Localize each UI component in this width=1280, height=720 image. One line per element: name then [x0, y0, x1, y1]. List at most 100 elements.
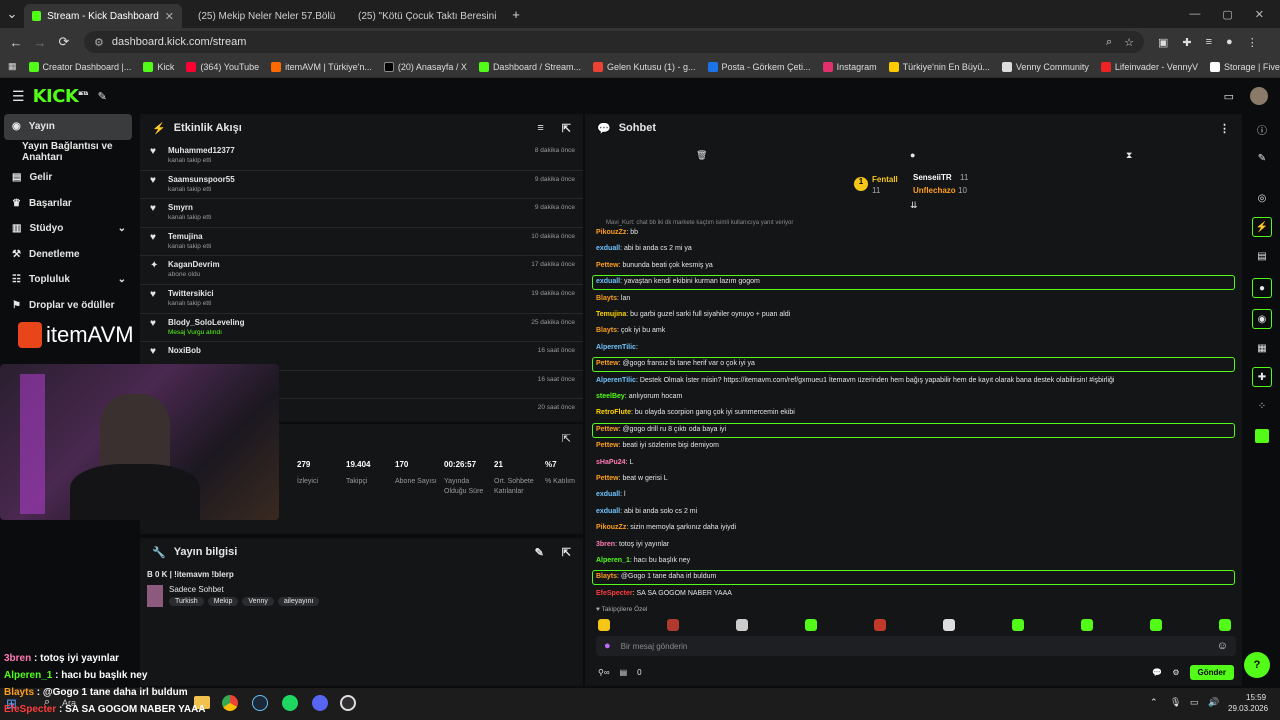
chat-username[interactable]: exduall [596, 491, 620, 498]
sidebar-item-topluluk[interactable]: ☷ Topluluk ⌄ [0, 267, 138, 293]
chat-username[interactable]: AlperenTilic [596, 344, 636, 351]
chat-username[interactable]: steelBey [596, 393, 625, 400]
send-button[interactable]: Gönder [1189, 664, 1234, 680]
tag-pill[interactable]: Mekip [207, 597, 239, 606]
activity-username[interactable]: Twittersikici [168, 289, 214, 298]
bookmark-item[interactable]: Lifeinvader - VennyV [1100, 61, 1198, 72]
bookmark-star-icon[interactable]: ☆ [1124, 36, 1134, 49]
chat-username[interactable]: exduall [596, 508, 620, 515]
chat-username[interactable]: PikouzZz [596, 524, 626, 531]
chat-username[interactable]: Pettew [596, 442, 619, 449]
emote-icon[interactable] [1219, 619, 1231, 631]
tab-list-button[interactable]: ⌄ [0, 6, 24, 22]
forward-icon[interactable]: → [28, 35, 52, 50]
display-icon[interactable]: ▭ [1224, 90, 1234, 103]
popout-icon[interactable]: ⇱ [562, 546, 571, 559]
chat-username[interactable]: PikouzZz [596, 229, 626, 236]
volume-icon[interactable]: 🔊 [1208, 697, 1219, 708]
tag-pill[interactable]: Venny [242, 597, 274, 606]
chat-username[interactable]: 3bren [596, 541, 615, 548]
emote-filter[interactable]: ♥ Takipçilere Özel [596, 606, 647, 613]
extension-icon[interactable]: ▣ [1158, 36, 1168, 49]
activity-username[interactable]: Saamsunspoor55 [168, 175, 235, 184]
emote-icon[interactable] [874, 619, 886, 631]
zoom-icon[interactable]: ⌕ [1106, 36, 1112, 49]
chat-username[interactable]: Blayts [596, 295, 617, 302]
chat-username[interactable]: Pettew [596, 262, 619, 269]
avatar[interactable] [1250, 87, 1268, 105]
settings-icon[interactable]: ⚙ [1172, 668, 1179, 677]
sidebar-item-denetleme[interactable]: ⚒ Denetleme [0, 242, 138, 268]
obs-icon[interactable] [340, 695, 356, 711]
wrench-icon[interactable]: ✚ [1252, 367, 1272, 387]
edit-icon[interactable]: ✎ [535, 546, 544, 559]
chat-icon[interactable]: ● [1252, 278, 1272, 298]
chat-icon[interactable]: ● [910, 150, 915, 160]
emote-icon[interactable] [736, 619, 748, 631]
chat-username[interactable]: exduall [596, 278, 620, 285]
hourglass-icon[interactable]: ⧗ [1126, 150, 1132, 161]
stack-icon[interactable]: ▦ [1252, 338, 1272, 358]
chat-username[interactable]: Alperen_1 [596, 557, 630, 564]
activity-username[interactable]: NoxiBob [168, 346, 201, 355]
mic-icon[interactable]: ● [604, 640, 611, 652]
pin-icon[interactable]: ✎ [98, 90, 107, 103]
bookmark-item[interactable]: Instagram [822, 61, 877, 72]
tray-chevron-icon[interactable]: ⌃ [1150, 697, 1158, 708]
bookmark-item[interactable]: Creator Dashboard |... [28, 61, 131, 72]
steam-icon[interactable] [252, 695, 268, 711]
kick-logo[interactable]: KICKBETA [33, 86, 89, 107]
more-icon[interactable]: ⋮ [1219, 122, 1230, 135]
activity-username[interactable]: Blody_SoloLeveling [168, 318, 244, 327]
emote-icon[interactable] [1081, 619, 1093, 631]
popout-icon[interactable]: ⇱ [562, 122, 571, 135]
profile-avatar[interactable]: ● [1226, 36, 1233, 49]
emote-icon[interactable] [598, 619, 610, 631]
infinity-icon[interactable]: ⚲∞ [598, 668, 610, 677]
emote-icon[interactable] [1012, 619, 1024, 631]
chat-bubble-icon[interactable]: 💬 [1152, 668, 1162, 677]
apps-icon[interactable]: ▦ [8, 61, 17, 72]
bookmark-item[interactable]: Storage | Fivemanage [1209, 61, 1280, 72]
help-button[interactable]: ? [1244, 652, 1270, 678]
chat-username[interactable]: Blayts [596, 327, 617, 334]
new-tab-button[interactable]: + [504, 7, 528, 22]
activity-username[interactable]: Temujina [168, 232, 211, 241]
tab-youtube-2[interactable]: (25) "Kötü Çocuk Taktı Beresini ✕ [344, 4, 502, 28]
chat-username[interactable]: Pettew [596, 426, 619, 433]
activity-username[interactable]: KaganDevrim [168, 260, 220, 269]
chat-username[interactable]: AlperenTilic [596, 377, 636, 384]
emoji-icon[interactable]: ☺ [1217, 640, 1228, 652]
spotify-icon[interactable] [282, 695, 298, 711]
bookmark-item[interactable]: itemAVM | Türkiye'n... [271, 61, 372, 72]
sidebar-item-droplar[interactable]: ⚑ Droplar ve ödüller [0, 293, 138, 319]
network-icon[interactable]: ▭ [1190, 697, 1199, 708]
chat-username[interactable]: Temujina [596, 311, 626, 318]
hamburger-icon[interactable]: ☰ [12, 88, 25, 105]
chat-username[interactable]: sHaPu24 [596, 459, 626, 466]
close-window-icon[interactable]: ✕ [1255, 8, 1264, 21]
emote-icon[interactable] [943, 619, 955, 631]
tag-pill[interactable]: aileyayını [277, 597, 320, 606]
emote-icon[interactable] [1150, 619, 1162, 631]
chat-username[interactable]: Pettew [596, 360, 619, 367]
info-icon[interactable]: ⓘ [1252, 119, 1272, 139]
expand-icon[interactable]: ⇊ [910, 200, 918, 211]
filter-icon[interactable]: ≡ [537, 122, 543, 134]
chat-username[interactable]: RetroFlute [596, 409, 631, 416]
bookmark-item[interactable]: (20) Anasayfa / X [383, 61, 467, 72]
mic-icon[interactable]: 🎙 [1170, 697, 1181, 708]
chat-username[interactable]: Blayts [596, 573, 617, 580]
tag-pill[interactable]: Turkish [169, 597, 204, 606]
minimize-icon[interactable]: — [1189, 8, 1200, 21]
activity-username[interactable]: Muhammed12377 [168, 146, 235, 155]
bookmark-item[interactable]: (364) YouTube [186, 61, 259, 72]
bookmark-item[interactable]: Kick [143, 61, 174, 72]
chat-input[interactable]: ● Bir mesaj gönderin ☺ [596, 636, 1236, 656]
sidebar-item-stream-key[interactable]: Yayın Bağlantısı ve Anahtarı [0, 140, 138, 166]
sidebar-item-studyo[interactable]: ▥ Stüdyo ⌄ [0, 216, 138, 242]
discord-icon[interactable] [312, 695, 328, 711]
sidebar-item-yayin[interactable]: ◉ Yayın [4, 114, 132, 140]
tab-youtube-1[interactable]: (25) Mekip Neler Neler 57.Bölü ✕ [184, 4, 342, 28]
pencil-icon[interactable]: ✎ [1252, 148, 1272, 168]
